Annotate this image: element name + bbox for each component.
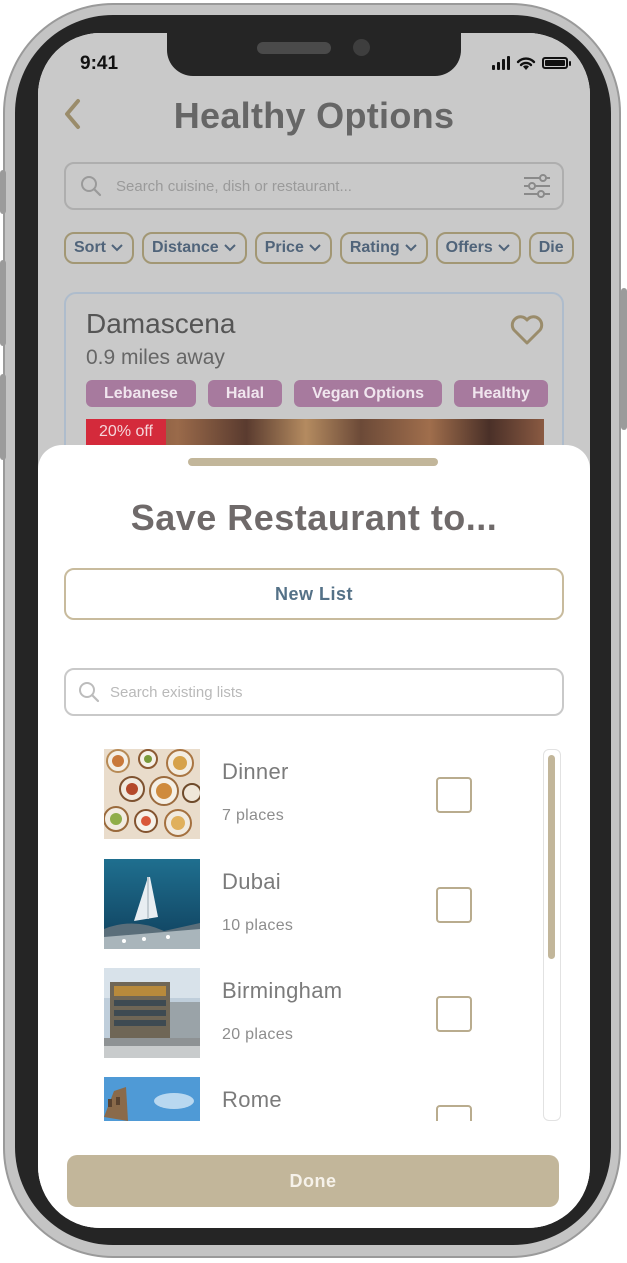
list-name: Birmingham [222, 978, 343, 1003]
list-name: Dubai [222, 869, 281, 894]
saved-lists: Dinner 7 places Dubai 10 places Birmingh… [102, 749, 562, 1121]
list-thumbnail-birmingham [104, 968, 200, 1058]
done-button[interactable]: Done [67, 1155, 559, 1207]
chip-distance[interactable]: Distance [142, 232, 247, 264]
restaurant-distance: 0.9 miles away [86, 346, 225, 369]
list-item-dinner[interactable]: Dinner 7 places [102, 749, 542, 841]
tag-lebanese: Lebanese [86, 380, 196, 407]
search-icon [79, 682, 100, 703]
list-thumbnail-dinner [104, 749, 200, 839]
list-checkbox-rome[interactable] [436, 1105, 472, 1121]
tag-healthy: Healthy [454, 380, 548, 407]
volume-down-button [0, 374, 6, 460]
list-count: 20 places [222, 1026, 294, 1043]
search-icon [81, 176, 102, 197]
wifi-icon [516, 56, 536, 70]
list-checkbox-birmingham[interactable] [436, 996, 472, 1032]
front-camera [353, 39, 370, 56]
chevron-down-icon [498, 244, 510, 252]
list-count: 10 places [222, 917, 294, 934]
list-item-birmingham[interactable]: Birmingham 20 places [102, 968, 542, 1060]
volume-up-button [0, 260, 6, 346]
status-icons [492, 55, 571, 71]
chevron-down-icon [309, 244, 321, 252]
new-list-button[interactable]: New List [64, 568, 564, 620]
chip-sort[interactable]: Sort [64, 232, 134, 264]
speaker-grille [257, 42, 331, 54]
chevron-down-icon [404, 244, 417, 252]
list-name: Rome [222, 1087, 282, 1112]
chevron-down-icon [223, 244, 236, 252]
silent-switch [0, 170, 6, 214]
status-time: 9:41 [80, 53, 119, 74]
chevron-down-icon [111, 244, 123, 252]
list-name: Dinner [222, 759, 289, 784]
list-thumbnail-dubai [104, 859, 200, 949]
list-checkbox-dubai[interactable] [436, 887, 472, 923]
restaurant-tags: Lebanese Halal Vegan Options Healthy [86, 380, 548, 407]
restaurant-search-bar[interactable]: Search cuisine, dish or restaurant... [64, 162, 564, 210]
restaurant-name: Damascena [86, 308, 236, 339]
list-search-input[interactable] [110, 683, 510, 701]
list-item-rome[interactable]: Rome [102, 1077, 542, 1121]
list-count: 7 places [222, 807, 284, 824]
offer-badge: 20% off [86, 419, 166, 445]
list-search-field[interactable] [64, 668, 564, 716]
chip-price[interactable]: Price [254, 232, 332, 264]
power-button [621, 288, 627, 430]
sheet-drag-handle[interactable] [188, 458, 438, 466]
list-thumbnail-rome [104, 1077, 200, 1121]
phone-notch [167, 33, 461, 76]
save-restaurant-sheet: Save Restaurant to... New List Search ex… [38, 445, 590, 1228]
tag-vegan-options: Vegan Options [294, 380, 443, 407]
chip-offers[interactable]: Offers [435, 232, 521, 264]
signal-icon [492, 56, 510, 70]
sheet-title: Save Restaurant to... [130, 497, 498, 538]
phone-screen: 9:41 Healthy Options Search cuisine, dis… [38, 33, 590, 1228]
page-title: Healthy Options [173, 95, 455, 136]
list-item-dubai[interactable]: Dubai 10 places [102, 859, 542, 951]
tag-halal: Halal [207, 380, 283, 407]
filter-sliders-icon[interactable] [522, 172, 552, 200]
list-checkbox-dinner[interactable] [436, 777, 472, 813]
chip-dietary[interactable]: Die [528, 232, 574, 264]
search-placeholder: Search cuisine, dish or restaurant... [116, 177, 352, 195]
filter-chips: Sort Distance Price Rating Offers Die [64, 232, 574, 264]
heart-icon[interactable] [510, 314, 544, 346]
chip-rating[interactable]: Rating [339, 232, 428, 264]
list-scrollbar-thumb[interactable] [548, 755, 555, 959]
battery-icon [542, 57, 571, 69]
